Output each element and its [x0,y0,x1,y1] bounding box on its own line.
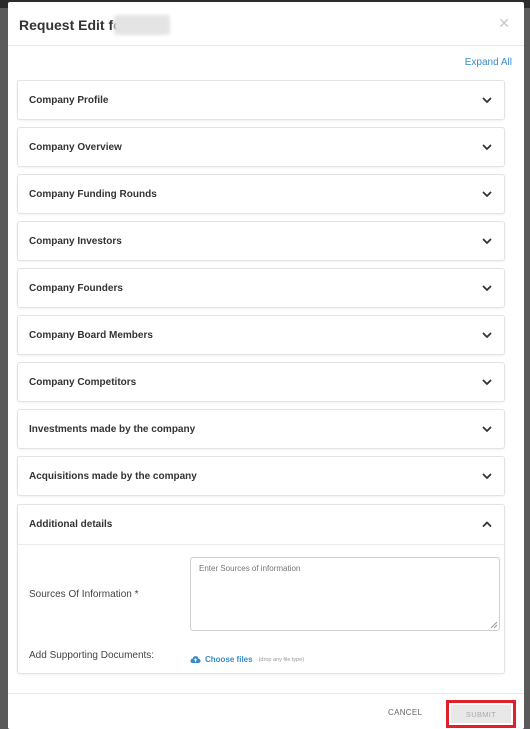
expand-all-link[interactable]: Expand All [465,57,512,68]
close-icon[interactable]: ✕ [498,15,510,32]
panel-company-founders[interactable]: Company Founders [17,268,505,308]
chevron-down-icon[interactable] [480,375,494,389]
cloud-upload-icon [190,656,201,663]
panel-company-profile[interactable]: Company Profile [17,80,505,120]
panel-acquisitions-made-by-the-company[interactable]: Acquisitions made by the company [17,456,505,496]
redacted-company-name [114,15,170,35]
panel-investments-made-by-the-company[interactable]: Investments made by the company [17,409,505,449]
choose-files-button[interactable]: Choose files (drop any file type) [190,655,304,664]
panel-title: Investments made by the company [29,424,196,435]
chevron-down-icon[interactable] [480,93,494,107]
sources-label: Sources Of Information * [29,589,139,600]
sources-input[interactable] [190,557,500,631]
panel-title: Company Funding Rounds [29,189,157,200]
submit-highlight-box: SUBMIT [446,700,516,728]
panel-title: Company Investors [29,236,122,247]
panel-title: Company Profile [29,95,109,106]
modal-title: Request Edit for [19,17,128,33]
submit-button[interactable]: SUBMIT [451,705,511,723]
chevron-down-icon[interactable] [480,469,494,483]
chevron-down-icon[interactable] [480,140,494,154]
choose-files-label: Choose files [205,655,253,664]
chevron-down-icon[interactable] [480,328,494,342]
chevron-down-icon[interactable] [480,422,494,436]
chevron-up-icon[interactable] [480,517,494,531]
chevron-down-icon[interactable] [480,187,494,201]
modal-header: Request Edit for ✕ [8,2,524,46]
modal-footer: CANCEL SUBMIT [8,693,524,729]
panel-title: Acquisitions made by the company [29,471,197,482]
chevron-down-icon[interactable] [480,281,494,295]
panel-title: Company Competitors [29,377,137,388]
panel-title: Additional details [29,519,113,530]
cancel-button[interactable]: CANCEL [388,708,422,717]
panel-title: Company Board Members [29,330,153,341]
panel-company-investors[interactable]: Company Investors [17,221,505,261]
request-edit-modal: Request Edit for ✕ Expand All Company Pr… [8,2,524,729]
panel-header-additional-details[interactable]: Additional details [18,505,504,545]
panel-company-overview[interactable]: Company Overview [17,127,505,167]
panel-additional-details: Additional details Sources Of Informatio… [17,504,505,674]
resize-handle-icon[interactable] [490,621,498,629]
panel-title: Company Founders [29,283,123,294]
panel-company-competitors[interactable]: Company Competitors [17,362,505,402]
panel-company-funding-rounds[interactable]: Company Funding Rounds [17,174,505,214]
supporting-docs-label: Add Supporting Documents: [29,650,155,661]
panel-title: Company Overview [29,142,122,153]
panel-company-board-members[interactable]: Company Board Members [17,315,505,355]
choose-files-hint: (drop any file type) [258,656,305,663]
chevron-down-icon[interactable] [480,234,494,248]
